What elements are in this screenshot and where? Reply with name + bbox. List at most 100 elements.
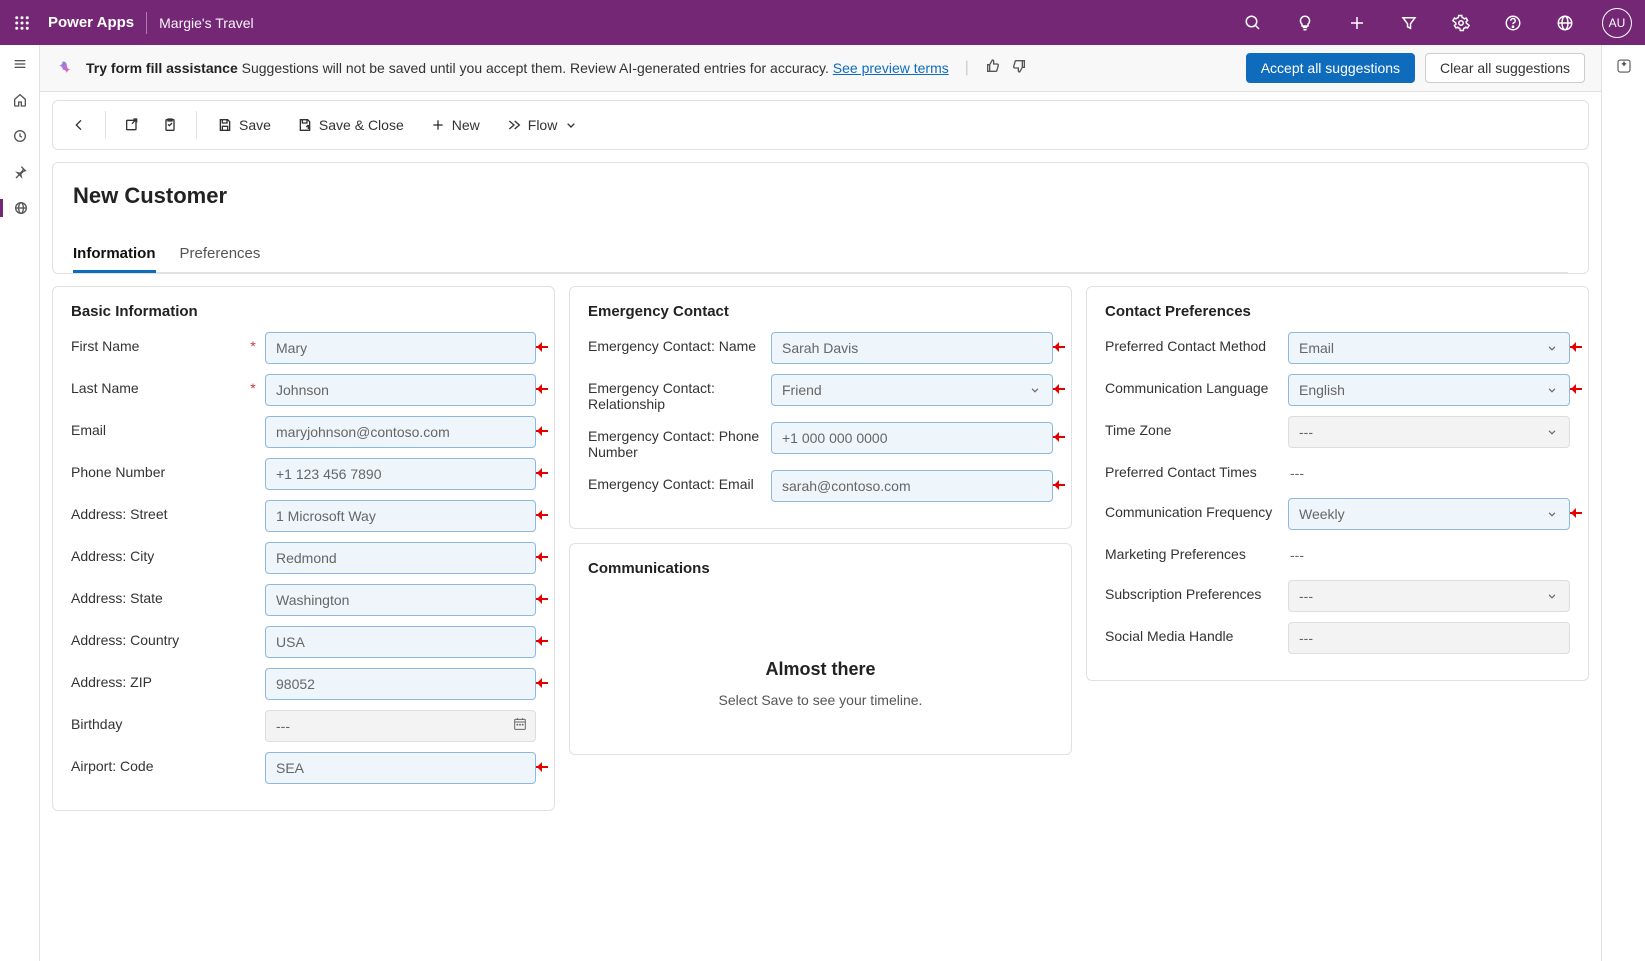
pref-times-value[interactable]: --- (1288, 458, 1570, 488)
suggestion-arrow-icon (1053, 430, 1071, 444)
help-icon[interactable] (1493, 3, 1533, 43)
subscription-select[interactable]: --- (1288, 580, 1570, 612)
marketing-value[interactable]: --- (1288, 540, 1570, 570)
assign-icon[interactable] (154, 111, 186, 139)
airport-input[interactable] (265, 752, 536, 784)
street-input[interactable] (265, 500, 536, 532)
recent-icon[interactable] (11, 127, 29, 145)
search-icon[interactable] (1233, 3, 1273, 43)
field-ec-relationship: Emergency Contact: Relationship Friend (588, 374, 1053, 412)
settings-icon[interactable] (1441, 3, 1481, 43)
avatar-initials: AU (1602, 8, 1632, 38)
user-avatar[interactable]: AU (1597, 3, 1637, 43)
timezone-select[interactable]: --- (1288, 416, 1570, 448)
ec-phone-input[interactable] (771, 422, 1053, 454)
suggestion-arrow-icon (1570, 382, 1588, 396)
social-input[interactable] (1288, 622, 1570, 654)
thumbs-up-icon[interactable] (985, 58, 1001, 79)
thumbs-down-icon[interactable] (1011, 58, 1027, 79)
home-icon[interactable] (11, 91, 29, 109)
suggestion-arrow-icon (536, 760, 554, 774)
hamburger-icon[interactable] (11, 55, 29, 73)
phone-input[interactable] (265, 458, 536, 490)
section-title: Contact Preferences (1105, 303, 1570, 320)
right-rail (1601, 45, 1645, 961)
field-city: Address: City (71, 542, 536, 574)
section-basic-info: Basic Information First Name * Last Name… (52, 286, 555, 811)
calendar-icon[interactable] (512, 716, 528, 737)
add-icon[interactable] (1337, 3, 1377, 43)
save-button[interactable]: Save (207, 111, 281, 139)
suggestion-arrow-icon (536, 550, 554, 564)
accept-all-button[interactable]: Accept all suggestions (1246, 53, 1415, 83)
link-icon[interactable] (1545, 3, 1585, 43)
open-record-icon[interactable] (116, 111, 148, 139)
zip-input[interactable] (265, 668, 536, 700)
save-label: Save (239, 117, 271, 133)
suggestion-arrow-icon (536, 424, 554, 438)
field-airport: Airport: Code (71, 752, 536, 784)
field-country: Address: Country (71, 626, 536, 658)
app-name-label: Margie's Travel (159, 15, 253, 31)
first-name-input[interactable] (265, 332, 536, 364)
copilot-pane-icon[interactable] (1615, 57, 1633, 80)
app-launcher-icon[interactable] (8, 9, 36, 37)
field-frequency: Communication Frequency Weekly (1105, 498, 1570, 530)
suggestion-arrow-icon (1570, 340, 1588, 354)
field-zip: Address: ZIP (71, 668, 536, 700)
chevron-down-icon (1028, 383, 1042, 397)
required-icon: * (249, 332, 257, 354)
banner-link[interactable]: See preview terms (833, 60, 949, 76)
city-input[interactable] (265, 542, 536, 574)
ec-name-input[interactable] (771, 332, 1053, 364)
field-state: Address: State (71, 584, 536, 616)
new-label: New (452, 117, 480, 133)
banner-message: Suggestions will not be saved until you … (242, 60, 829, 76)
pref-method-select[interactable]: Email (1288, 332, 1570, 364)
suggestion-arrow-icon (536, 466, 554, 480)
globe-icon (12, 199, 30, 217)
field-timezone: Time Zone --- (1105, 416, 1570, 448)
email-input[interactable] (265, 416, 536, 448)
suggestion-arrow-icon (536, 634, 554, 648)
flow-button[interactable]: Flow (496, 111, 590, 139)
back-button[interactable] (63, 111, 95, 139)
birthday-input[interactable] (265, 710, 536, 742)
field-social: Social Media Handle (1105, 622, 1570, 654)
state-input[interactable] (265, 584, 536, 616)
ec-relationship-select[interactable]: Friend (771, 374, 1053, 406)
lightbulb-icon[interactable] (1285, 3, 1325, 43)
suggestion-banner: Try form fill assistance Suggestions wil… (40, 45, 1601, 92)
pin-icon[interactable] (11, 163, 29, 181)
tab-information[interactable]: Information (73, 237, 156, 272)
suggestion-arrow-icon (536, 676, 554, 690)
filter-icon[interactable] (1389, 3, 1429, 43)
frequency-select[interactable]: Weekly (1288, 498, 1570, 530)
active-nav-item[interactable] (0, 199, 39, 217)
section-contact-prefs: Contact Preferences Preferred Contact Me… (1086, 286, 1589, 681)
banner-text: Try form fill assistance Suggestions wil… (86, 60, 949, 76)
chevron-down-icon (1545, 383, 1559, 397)
suggestion-arrow-icon (536, 508, 554, 522)
chevron-down-icon (1545, 341, 1559, 355)
country-input[interactable] (265, 626, 536, 658)
left-nav-rail (0, 45, 40, 961)
ec-email-input[interactable] (771, 470, 1053, 502)
field-marketing: Marketing Preferences --- (1105, 540, 1570, 570)
clear-all-button[interactable]: Clear all suggestions (1425, 53, 1585, 83)
chevron-down-icon (1545, 507, 1559, 521)
language-select[interactable]: English (1288, 374, 1570, 406)
suggestion-arrow-icon (536, 592, 554, 606)
brand-label: Power Apps (48, 14, 134, 31)
form-area: Basic Information First Name * Last Name… (40, 286, 1601, 952)
field-phone: Phone Number (71, 458, 536, 490)
new-button[interactable]: New (420, 111, 490, 139)
save-close-button[interactable]: Save & Close (287, 111, 414, 139)
section-emergency-contact: Emergency Contact Emergency Contact: Nam… (569, 286, 1072, 529)
tab-preferences[interactable]: Preferences (180, 237, 261, 272)
chevron-down-icon (1545, 589, 1559, 603)
field-first-name: First Name * (71, 332, 536, 364)
suggestion-arrow-icon (536, 382, 554, 396)
topbar-divider (146, 12, 147, 34)
last-name-input[interactable] (265, 374, 536, 406)
